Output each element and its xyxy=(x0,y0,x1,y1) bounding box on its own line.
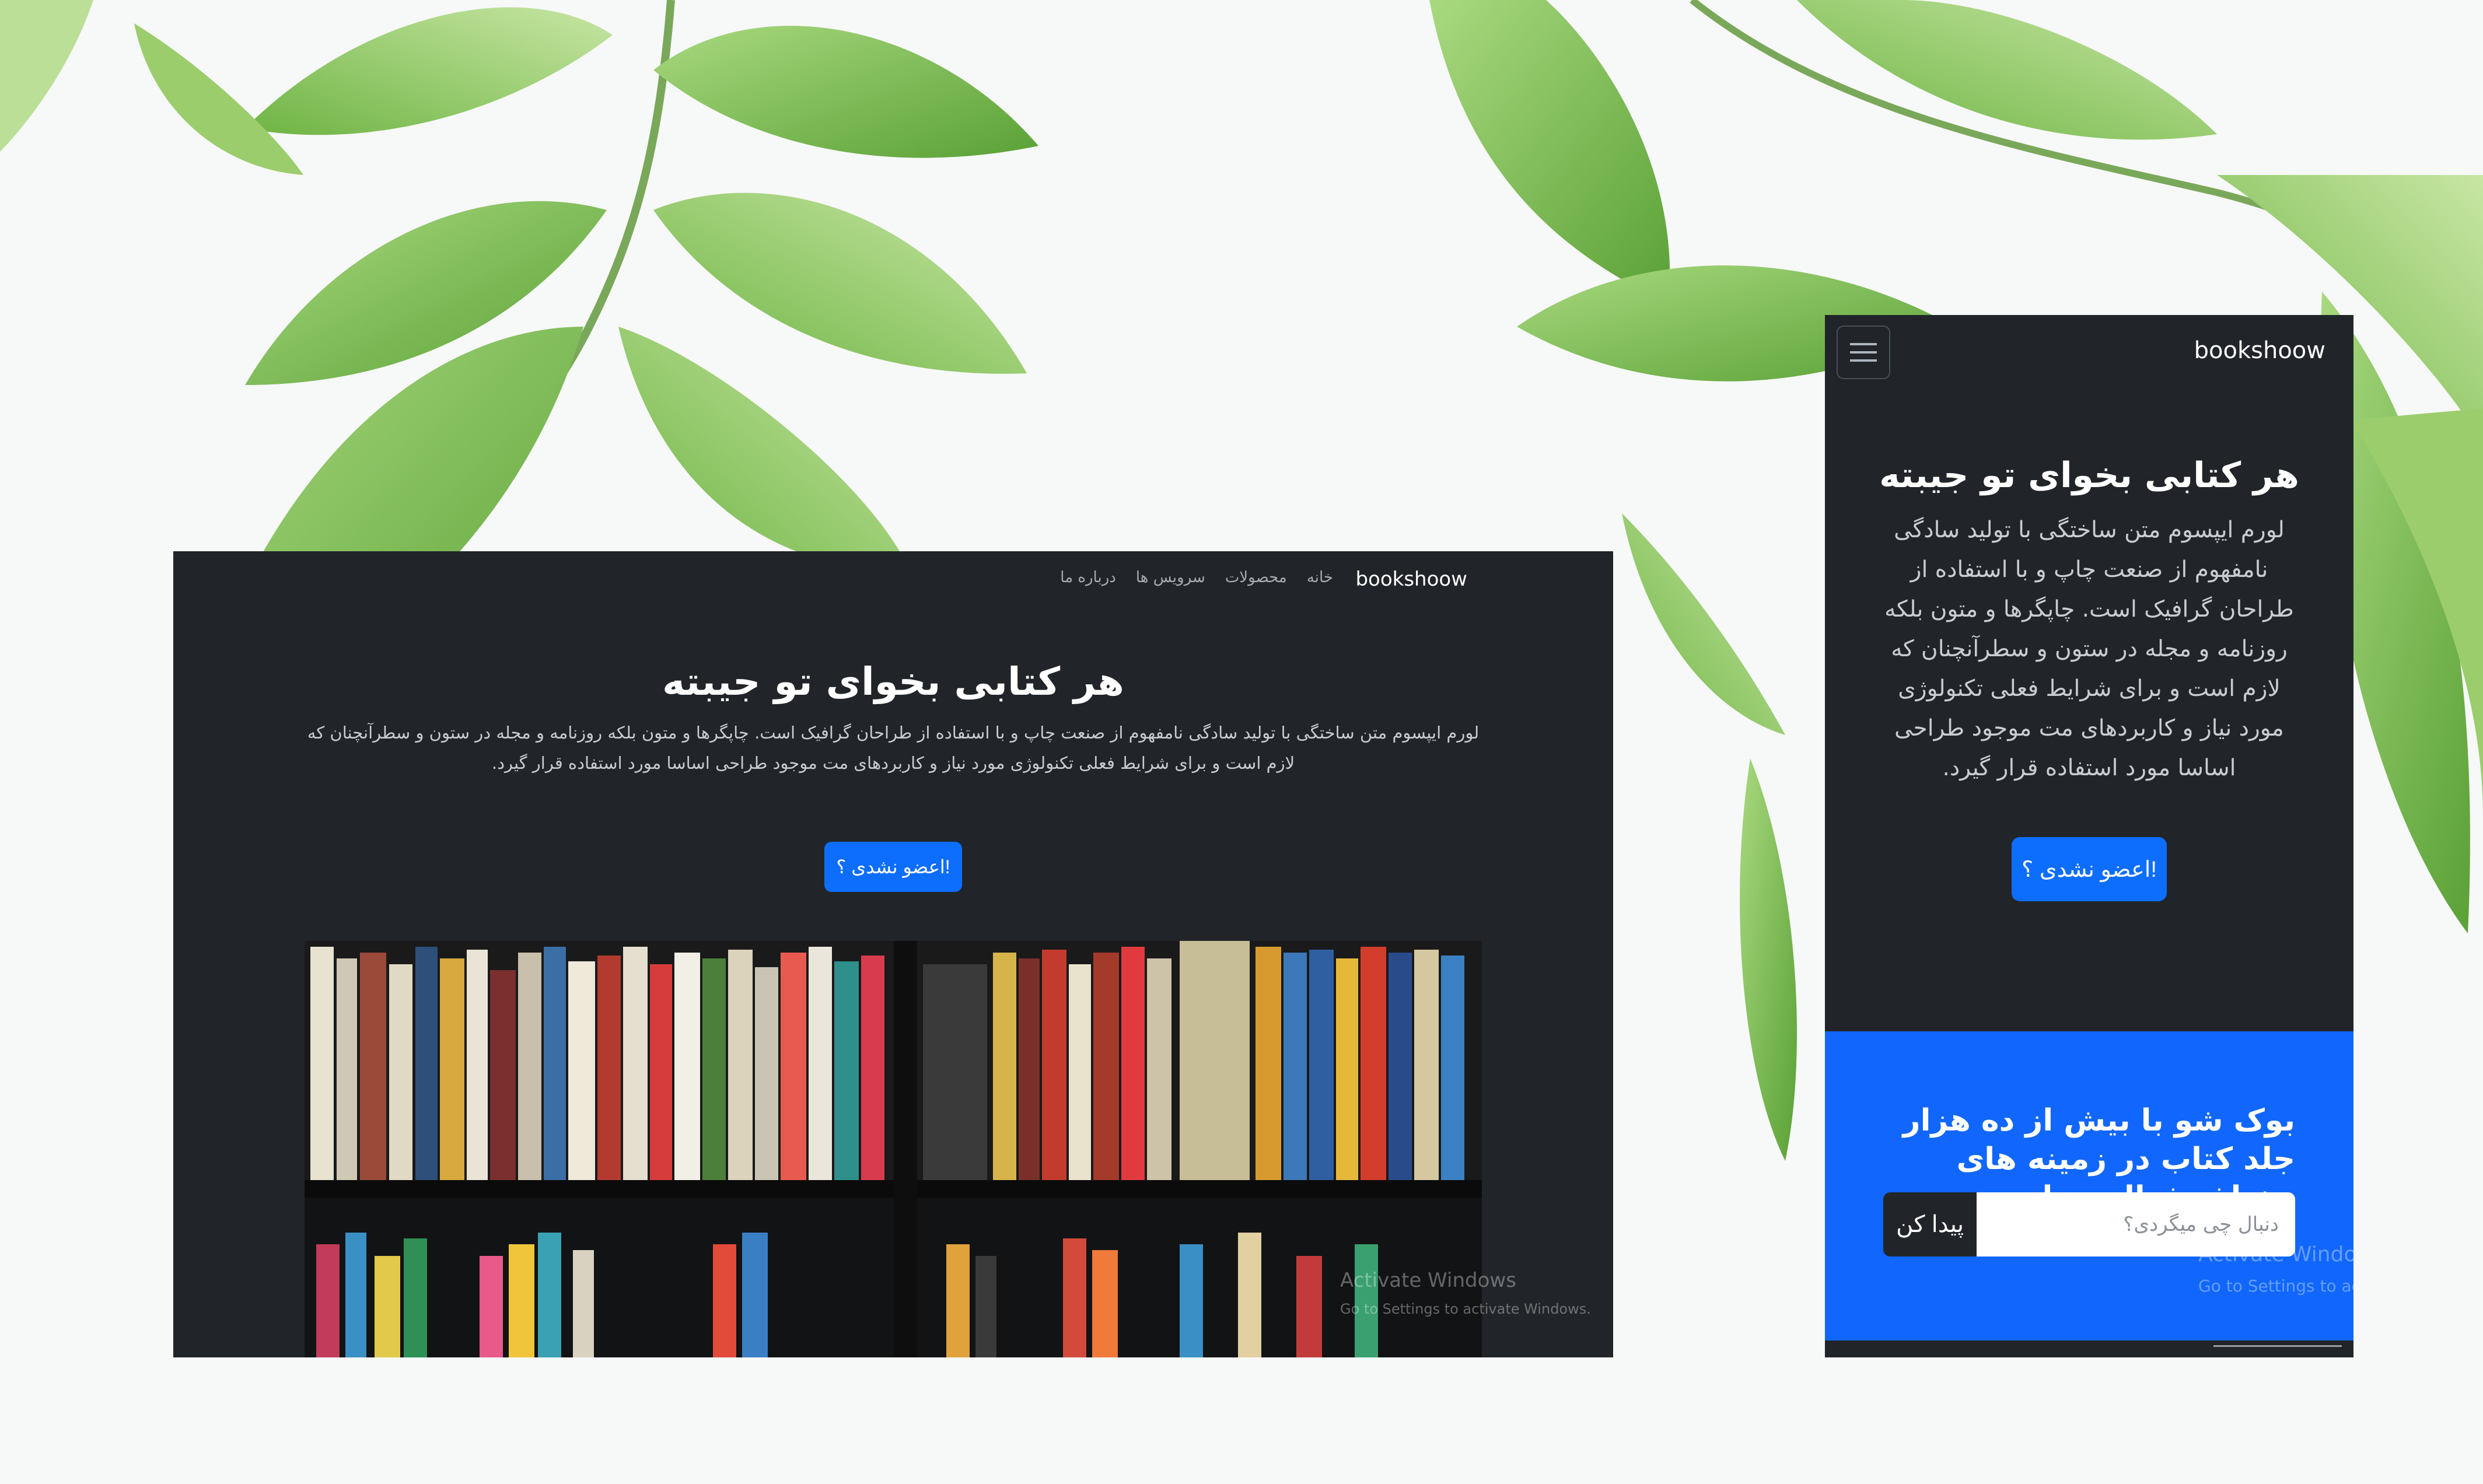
mobile-hero-text: لورم ایپسوم متن ساختگی با تولید سادگی نا… xyxy=(1884,517,2294,781)
mobile-hero-title: هر کتابی بخوای تو جیبته xyxy=(1879,455,2299,496)
desktop-join-button[interactable]: !اعضو نشدی ؟ xyxy=(824,842,962,892)
desktop-hero-text: لورم ایپسوم متن ساختگی با تولید سادگی نا… xyxy=(307,723,1480,773)
desktop-navbar: bookshoow خانه محصولات سرویس ها درباره م… xyxy=(173,551,1613,610)
nav-item-about[interactable]: درباره ما xyxy=(1060,569,1116,586)
mobile-join-button[interactable]: !اعضو نشدی ؟ xyxy=(2012,837,2167,901)
desktop-preview: bookshoow خانه محصولات سرویس ها درباره م… xyxy=(173,551,1613,1357)
search-button[interactable]: پیدا کن xyxy=(1883,1192,1977,1256)
mobile-activate-windows-subtitle: Go to Settings to activate Windows. xyxy=(2198,1276,2353,1296)
nav-item-services[interactable]: سرویس ها xyxy=(1136,569,1205,586)
nav-item-products[interactable]: محصولات xyxy=(1225,569,1287,586)
navbar-toggler-button[interactable] xyxy=(1837,326,1890,379)
mobile-activate-windows-title: Activate Windows xyxy=(2198,1242,2353,1266)
mobile-bottom-bar xyxy=(1825,1340,2353,1357)
desktop-nav-links: خانه محصولات سرویس ها درباره ما xyxy=(1060,569,1333,586)
desktop-hero-title: هر کتابی بخوای تو جیبته xyxy=(662,659,1124,704)
nav-item-home[interactable]: خانه xyxy=(1307,569,1333,586)
activate-windows-title: Activate Windows xyxy=(1340,1269,1516,1292)
mobile-brand[interactable]: bookshoow xyxy=(2194,337,2325,364)
bookshelf-image xyxy=(305,941,1482,1357)
activate-windows-subtitle: Go to Settings to activate Windows. xyxy=(1340,1301,1591,1317)
hamburger-icon xyxy=(1850,343,1877,362)
mobile-preview: bookshoow هر کتابی بخوای تو جیبته لورم ا… xyxy=(1825,315,2353,1357)
desktop-brand[interactable]: bookshoow xyxy=(1355,568,1467,591)
